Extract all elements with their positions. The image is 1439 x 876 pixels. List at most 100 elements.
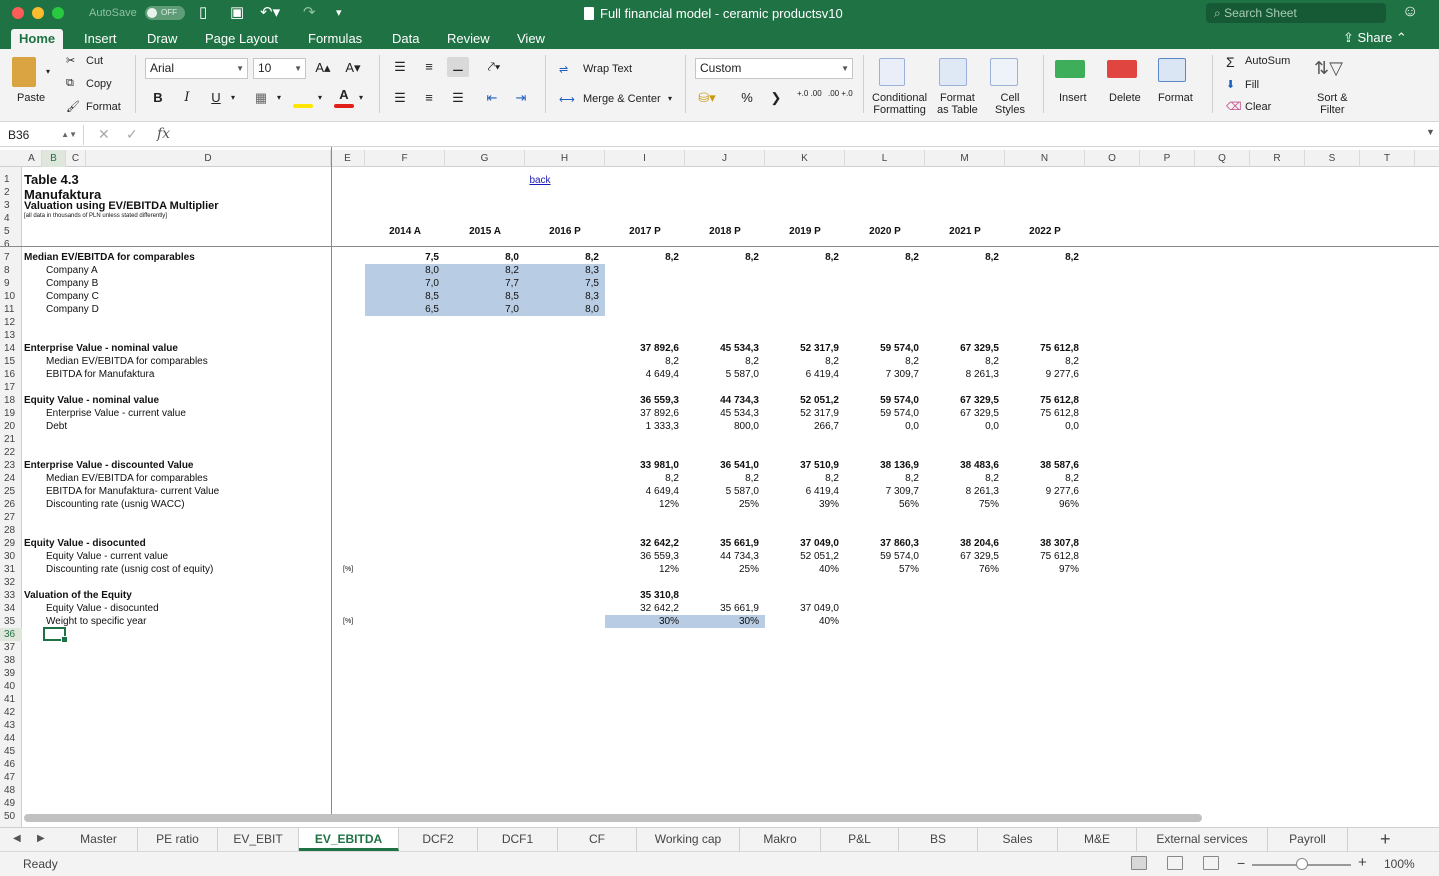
value-cell[interactable]: 8,0 (525, 303, 599, 316)
row-header-41[interactable]: 41 (0, 693, 22, 706)
value-cell[interactable]: 8,2 (445, 264, 519, 277)
sheet-tab-dcf2[interactable]: DCF2 (399, 828, 478, 851)
comma-style-button[interactable]: ❯ (765, 88, 787, 108)
borders-icon[interactable]: ▦ (250, 88, 272, 108)
row-header-42[interactable]: 42 (0, 706, 22, 719)
value-cell[interactable]: 25% (685, 498, 759, 511)
expand-formula-bar-icon[interactable]: ▼ (1426, 127, 1435, 137)
value-cell[interactable]: 7,0 (365, 277, 439, 290)
tab-data[interactable]: Data (384, 29, 427, 49)
row-header-38[interactable]: 38 (0, 654, 22, 667)
row-header-10[interactable]: 10 (0, 290, 22, 303)
value-cell[interactable]: 8,2 (605, 251, 679, 264)
row-header-7[interactable]: 7 (0, 251, 22, 264)
row-header-3[interactable]: 3 (0, 199, 22, 212)
value-cell[interactable]: 37 860,3 (845, 537, 919, 550)
row-header-13[interactable]: 13 (0, 329, 22, 342)
cut-button[interactable]: Cut (86, 55, 103, 67)
value-cell[interactable]: 45 534,3 (685, 407, 759, 420)
row-header-46[interactable]: 46 (0, 758, 22, 771)
column-header-r[interactable]: R (1250, 150, 1305, 167)
value-cell[interactable]: 7,0 (445, 303, 519, 316)
value-cell[interactable]: 8,2 (925, 355, 999, 368)
value-cell[interactable]: 67 329,5 (925, 342, 999, 355)
value-cell[interactable]: 7,5 (525, 277, 599, 290)
value-cell[interactable]: 8 261,3 (925, 485, 999, 498)
delete-cells-button[interactable]: Delete (1109, 92, 1141, 104)
column-header-t[interactable]: T (1360, 150, 1415, 167)
value-cell[interactable]: 8,5 (445, 290, 519, 303)
cell-styles-icon[interactable] (990, 58, 1018, 86)
paste-dropdown-icon[interactable]: ▾ (46, 67, 50, 76)
percent-style-button[interactable]: % (736, 88, 758, 108)
value-cell[interactable]: 8,0 (365, 264, 439, 277)
column-header-i[interactable]: I (605, 150, 685, 167)
tab-home[interactable]: Home (11, 29, 64, 49)
cut-icon[interactable]: ✂ (66, 54, 75, 67)
borders-dropdown-icon[interactable]: ▾ (277, 93, 281, 102)
confirm-entry-icon[interactable]: ✓ (126, 126, 138, 143)
value-cell[interactable]: 8,2 (685, 472, 759, 485)
column-header-o[interactable]: O (1085, 150, 1140, 167)
value-cell[interactable]: 38 307,8 (1005, 537, 1079, 550)
value-cell[interactable]: 7,7 (445, 277, 519, 290)
row-header-23[interactable]: 23 (0, 459, 22, 472)
row-header-39[interactable]: 39 (0, 667, 22, 680)
redo-icon[interactable]: ↷ (303, 4, 316, 22)
paste-icon[interactable] (12, 57, 36, 87)
value-cell[interactable]: 96% (1005, 498, 1079, 511)
maximize-window-button[interactable] (52, 7, 64, 19)
conditional-formatting-icon[interactable] (879, 58, 905, 86)
sheet-tab-p-l[interactable]: P&L (821, 828, 899, 851)
insert-function-icon[interactable]: fx (157, 126, 170, 142)
row-header-5[interactable]: 5 (0, 225, 22, 238)
sheet-tab-m-e[interactable]: M&E (1058, 828, 1137, 851)
value-cell[interactable]: 8,2 (845, 355, 919, 368)
value-cell[interactable]: 32 642,2 (605, 537, 679, 550)
value-cell[interactable]: 59 574,0 (845, 394, 919, 407)
value-cell[interactable]: 36 559,3 (605, 394, 679, 407)
row-header-22[interactable]: 22 (0, 446, 22, 459)
value-cell[interactable]: 67 329,5 (925, 550, 999, 563)
sheet-tab-ev-ebitda[interactable]: EV_EBITDA (299, 828, 399, 851)
row-header-6[interactable]: 6 (0, 238, 22, 251)
value-cell[interactable]: 8,2 (525, 251, 599, 264)
value-cell[interactable]: 9 277,6 (1005, 368, 1079, 381)
value-cell[interactable]: 38 136,9 (845, 459, 919, 472)
value-cell[interactable]: 35 310,8 (605, 589, 679, 602)
decrease-decimal-button[interactable]: .00 +.0 (828, 90, 854, 98)
column-header-n[interactable]: N (1005, 150, 1085, 167)
value-cell[interactable]: 32 642,2 (605, 602, 679, 615)
value-cell[interactable]: 800,0 (685, 420, 759, 433)
column-header-m[interactable]: M (925, 150, 1005, 167)
align-top-icon[interactable]: ☰ (389, 57, 411, 77)
page-break-view-icon[interactable] (1203, 856, 1219, 870)
horizontal-scrollbar[interactable] (24, 814, 1202, 822)
format-painter-button[interactable]: Format (86, 101, 121, 113)
value-cell[interactable]: 75 612,8 (1005, 407, 1079, 420)
value-cell[interactable]: 59 574,0 (845, 407, 919, 420)
row-header-24[interactable]: 24 (0, 472, 22, 485)
row-header-32[interactable]: 32 (0, 576, 22, 589)
format-as-table-button[interactable]: Format as Table (937, 92, 978, 116)
tab-page-layout[interactable]: Page Layout (197, 29, 286, 49)
column-header-f[interactable]: F (365, 150, 445, 167)
value-cell[interactable]: 8,2 (845, 251, 919, 264)
sheet-tab-pe-ratio[interactable]: PE ratio (138, 828, 218, 851)
value-cell[interactable]: 75% (925, 498, 999, 511)
sort-filter-button[interactable]: Sort & Filter (1317, 92, 1348, 116)
row-header-45[interactable]: 45 (0, 745, 22, 758)
tab-formulas[interactable]: Formulas (300, 29, 370, 49)
value-cell[interactable]: 37 049,0 (765, 537, 839, 550)
value-cell[interactable]: 7 309,7 (845, 368, 919, 381)
value-cell[interactable]: 52 317,9 (765, 342, 839, 355)
value-cell[interactable]: 8,5 (365, 290, 439, 303)
decrease-indent-icon[interactable]: ⇤ (481, 88, 503, 108)
value-cell[interactable]: 5 587,0 (685, 485, 759, 498)
row-header-2[interactable]: 2 (0, 186, 22, 199)
value-cell[interactable]: 33 981,0 (605, 459, 679, 472)
align-middle-icon[interactable]: ≡ (418, 57, 440, 77)
value-cell[interactable]: 8,2 (925, 472, 999, 485)
value-cell[interactable]: 75 612,8 (1005, 394, 1079, 407)
row-header-11[interactable]: 11 (0, 303, 22, 316)
